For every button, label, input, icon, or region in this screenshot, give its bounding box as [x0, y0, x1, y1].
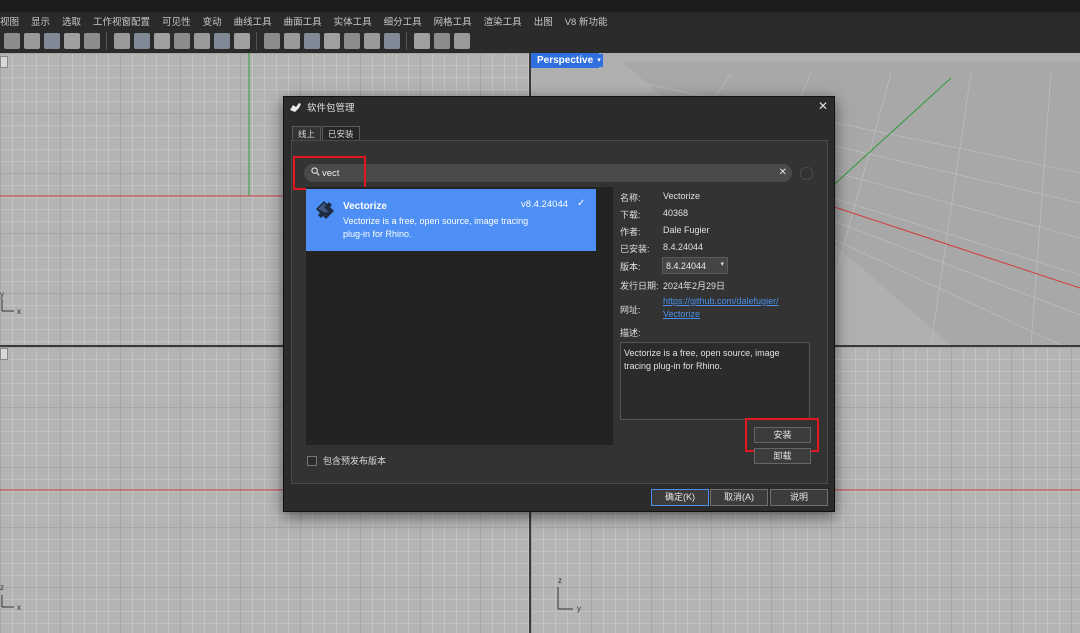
package-manager-dialog: 软件包管理 ✕ 线上 已安装 ✕ Vectorize Vectorize is … [283, 96, 835, 512]
version-select-value: 8.4.24044 [666, 260, 707, 271]
help-button[interactable]: 说明 [770, 489, 828, 506]
shape-icon[interactable] [64, 33, 80, 49]
cancel-button[interactable]: 取消(A) [710, 489, 768, 506]
shape-icon[interactable] [214, 33, 230, 49]
shape-icon[interactable] [364, 33, 380, 49]
axis-y-label: y [0, 290, 4, 299]
release-date-label: 发行日期: [620, 281, 659, 291]
package-url-link[interactable]: https://github.com/dalefugier/ Vectorize [663, 295, 779, 321]
package-description: Vectorize is a free, open source, image … [343, 216, 529, 239]
menu-item[interactable]: 工作视窗配置 [93, 14, 150, 28]
shape-icon[interactable] [344, 33, 360, 49]
perspective-viewport-label[interactable]: Perspective [531, 53, 600, 68]
menu-item[interactable]: 曲线工具 [234, 14, 272, 28]
author-label: 作者: [620, 227, 641, 237]
shape-icon[interactable] [4, 33, 20, 49]
shape-icon[interactable] [304, 33, 320, 49]
description-box[interactable]: Vectorize is a free, open source, image … [620, 342, 810, 420]
menu-item[interactable]: 显示 [31, 14, 50, 28]
shape-icon[interactable] [44, 33, 60, 49]
url-line-1[interactable]: https://github.com/dalefugier/ [663, 295, 779, 308]
menu-item[interactable]: 视图 [0, 14, 19, 28]
chevron-down-icon: ▾ [720, 261, 724, 268]
menu-item[interactable]: 曲面工具 [284, 14, 322, 28]
description-label: 描述: [620, 328, 641, 338]
axis-x-label: x [17, 603, 21, 612]
menu-item[interactable]: 细分工具 [384, 14, 422, 28]
menu-item[interactable]: 变动 [203, 14, 222, 28]
installed-label: 已安装: [620, 244, 650, 254]
checkmark-icon: ✓ [577, 198, 586, 209]
toolbar-separator [106, 32, 107, 50]
toolbar [0, 29, 1080, 54]
author-value: Dale Fugier [663, 225, 710, 235]
shape-icon[interactable] [234, 33, 250, 49]
downloads-label: 下载: [620, 210, 641, 220]
downloads-value: 40368 [663, 208, 689, 218]
shape-icon[interactable] [414, 33, 430, 49]
viewport-menu-handle[interactable] [0, 56, 8, 68]
rhino-app-icon [289, 101, 302, 114]
search-bar: ✕ [304, 164, 792, 182]
release-date-value: 2024年2月29日 [663, 281, 726, 291]
shape-icon[interactable] [384, 33, 400, 49]
name-label: 名称: [620, 193, 641, 203]
package-version: v8.4.24044 [521, 199, 569, 210]
menu-item[interactable]: 选取 [62, 14, 81, 28]
shape-icon[interactable] [154, 33, 170, 49]
toolbar-separator [256, 32, 257, 50]
axis-z-label: z [0, 583, 4, 592]
package-list[interactable]: Vectorize Vectorize is a free, open sour… [306, 187, 613, 445]
shape-icon[interactable] [134, 33, 150, 49]
menu-item[interactable]: 出图 [534, 14, 553, 28]
shape-icon[interactable] [264, 33, 280, 49]
toolbar-separator [406, 32, 407, 50]
list-item[interactable]: Vectorize Vectorize is a free, open sour… [306, 189, 596, 251]
chevron-down-icon[interactable]: ▾ [595, 54, 603, 67]
shape-icon[interactable] [194, 33, 210, 49]
puzzle-icon [314, 197, 338, 221]
dialog-tabs: 线上 已安装 [292, 126, 360, 142]
prerelease-checkbox[interactable] [307, 455, 317, 466]
ok-button[interactable]: 确定(K) [651, 489, 709, 506]
url-label: 网址: [620, 305, 641, 315]
menu-item[interactable]: 渲染工具 [484, 14, 522, 28]
viewport-menu-handle[interactable] [0, 348, 8, 360]
version-label: 版本: [620, 262, 641, 272]
shape-icon[interactable] [454, 33, 470, 49]
installed-value: 8.4.24044 [663, 242, 704, 252]
uninstall-button[interactable]: 卸载 [754, 448, 811, 464]
install-highlight-box [745, 418, 819, 452]
shape-icon[interactable] [84, 33, 100, 49]
dialog-title-bar[interactable]: 软件包管理 [284, 97, 834, 117]
menu-item[interactable]: 可见性 [162, 14, 191, 28]
menu-item[interactable]: 实体工具 [334, 14, 372, 28]
axis-x-label: x [17, 307, 21, 316]
spinner-icon [800, 167, 813, 180]
shape-icon[interactable] [174, 33, 190, 49]
description-text: Vectorize is a free, open source, image … [624, 348, 780, 371]
axis-y-label: y [577, 604, 581, 613]
shape-icon[interactable] [24, 33, 40, 49]
menu-item[interactable]: 网格工具 [434, 14, 472, 28]
shape-icon[interactable] [284, 33, 300, 49]
version-select[interactable]: 8.4.24044 ▾ [662, 257, 728, 274]
title-bar [0, 0, 1080, 12]
menu-bar: 视图 显示 选取 工作视窗配置 可见性 变动 曲线工具 曲面工具 实体工具 细分工具 网格工具 渲染工… [0, 12, 1080, 29]
search-highlight-box [293, 156, 366, 190]
package-name: Vectorize [343, 201, 387, 212]
include-prerelease[interactable]: 包含预发布版本 [307, 454, 386, 467]
close-icon[interactable]: ✕ [818, 100, 828, 112]
shape-icon[interactable] [434, 33, 450, 49]
prerelease-label: 包含预发布版本 [323, 456, 387, 466]
dialog-title: 软件包管理 [307, 103, 355, 114]
url-line-2[interactable]: Vectorize [663, 308, 779, 321]
axis-z-label: z [558, 576, 562, 585]
shape-icon[interactable] [114, 33, 130, 49]
clear-search-icon[interactable]: ✕ [779, 167, 787, 179]
shape-icon[interactable] [324, 33, 340, 49]
menu-item[interactable]: V8 新功能 [565, 14, 608, 28]
search-input[interactable] [322, 167, 762, 179]
name-value: Vectorize [663, 191, 701, 201]
